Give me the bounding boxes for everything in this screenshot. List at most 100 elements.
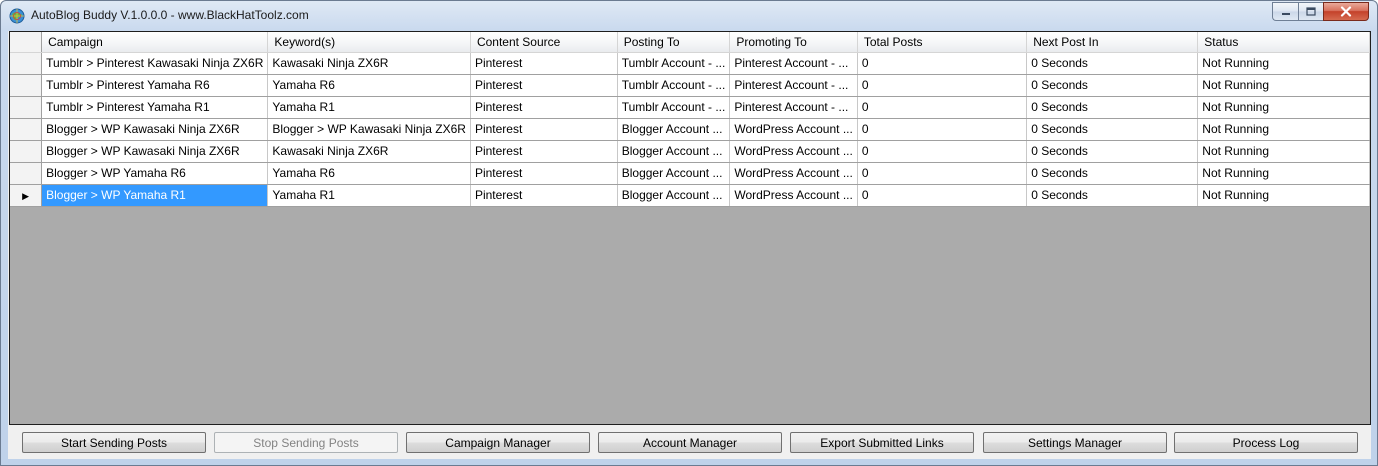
cell-next-post-in[interactable]: 0 Seconds: [1026, 52, 1199, 75]
cell-promoting-to[interactable]: Pinterest Account - ...: [729, 52, 858, 75]
cell-next-post-in[interactable]: 0 Seconds: [1026, 118, 1199, 141]
cell-campaign[interactable]: Blogger > WP Yamaha R1: [41, 184, 269, 207]
cell-status[interactable]: Not Running: [1197, 140, 1370, 163]
row-header[interactable]: [10, 140, 43, 163]
cell-content-source[interactable]: Pinterest: [470, 74, 618, 97]
cell-posting-to[interactable]: Blogger Account ...: [617, 140, 731, 163]
cell-keywords[interactable]: Kawasaki Ninja ZX6R: [267, 52, 471, 75]
column-header-total-posts[interactable]: Total Posts: [857, 32, 1028, 53]
column-header-posting-to[interactable]: Posting To: [617, 32, 731, 53]
maximize-button[interactable]: [1298, 2, 1323, 21]
maximize-icon: [1306, 7, 1316, 16]
column-header-next-post-in[interactable]: Next Post In: [1026, 32, 1199, 53]
close-icon: [1340, 6, 1352, 17]
cell-status[interactable]: Not Running: [1197, 118, 1370, 141]
account-manager-button[interactable]: Account Manager: [598, 432, 782, 453]
cell-posting-to[interactable]: Tumblr Account - ...: [617, 74, 731, 97]
client-area: Campaign Keyword(s) Content Source Posti…: [8, 31, 1371, 459]
cell-keywords[interactable]: Yamaha R1: [267, 96, 471, 119]
cell-campaign[interactable]: Tumblr > Pinterest Kawasaki Ninja ZX6R: [41, 52, 269, 75]
cell-content-source[interactable]: Pinterest: [470, 118, 618, 141]
cell-promoting-to[interactable]: WordPress Account ...: [729, 118, 858, 141]
table-row[interactable]: Tumblr > Pinterest Yamaha R6 Yamaha R6 Pin…: [10, 74, 1370, 97]
cell-total-posts[interactable]: 0: [857, 74, 1028, 97]
cell-status[interactable]: Not Running: [1197, 74, 1370, 97]
cell-next-post-in[interactable]: 0 Seconds: [1026, 96, 1199, 119]
cell-total-posts[interactable]: 0: [857, 52, 1028, 75]
cell-posting-to[interactable]: Blogger Account ...: [617, 184, 731, 207]
cell-total-posts[interactable]: 0: [857, 140, 1028, 163]
row-header[interactable]: [10, 96, 43, 119]
table-row[interactable]: Blogger > WP Kawasaki Ninja ZX6R Kawasaki…: [10, 140, 1370, 163]
campaign-manager-button[interactable]: Campaign Manager: [406, 432, 590, 453]
process-log-button[interactable]: Process Log: [1174, 432, 1358, 453]
cell-total-posts[interactable]: 0: [857, 96, 1028, 119]
column-header-content-source[interactable]: Content Source: [470, 32, 618, 53]
cell-keywords[interactable]: Yamaha R6: [267, 74, 471, 97]
settings-manager-button[interactable]: Settings Manager: [983, 432, 1167, 453]
cell-status[interactable]: Not Running: [1197, 96, 1370, 119]
cell-promoting-to[interactable]: WordPress Account ...: [729, 184, 858, 207]
table-row[interactable]: Tumblr > Pinterest Yamaha R1 Yamaha R1 Pin…: [10, 96, 1370, 119]
cell-promoting-to[interactable]: WordPress Account ...: [729, 162, 858, 185]
row-header[interactable]: ▶: [10, 184, 43, 207]
cell-total-posts[interactable]: 0: [857, 118, 1028, 141]
cell-status[interactable]: Not Running: [1197, 52, 1370, 75]
table-row[interactable]: Blogger > WP Yamaha R6 Yamaha R6 Pinterest…: [10, 162, 1370, 185]
export-submitted-links-button[interactable]: Export Submitted Links: [790, 432, 974, 453]
column-header-promoting-to[interactable]: Promoting To: [729, 32, 858, 53]
cell-content-source[interactable]: Pinterest: [470, 140, 618, 163]
cell-content-source[interactable]: Pinterest: [470, 162, 618, 185]
cell-next-post-in[interactable]: 0 Seconds: [1026, 140, 1199, 163]
cell-keywords[interactable]: Yamaha R1: [267, 184, 471, 207]
cell-next-post-in[interactable]: 0 Seconds: [1026, 184, 1199, 207]
cell-keywords[interactable]: Yamaha R6: [267, 162, 471, 185]
globe-icon: [9, 8, 25, 24]
cell-posting-to[interactable]: Blogger Account ...: [617, 162, 731, 185]
cell-campaign[interactable]: Blogger > WP Kawasaki Ninja ZX6R: [41, 118, 269, 141]
cell-next-post-in[interactable]: 0 Seconds: [1026, 74, 1199, 97]
app-window: AutoBlog Buddy V.1.0.0.0 - www.BlackHatT…: [0, 0, 1378, 466]
column-header-campaign[interactable]: Campaign: [41, 32, 269, 53]
corner-header[interactable]: [10, 32, 43, 53]
cell-next-post-in[interactable]: 0 Seconds: [1026, 162, 1199, 185]
grid-body: Tumblr > Pinterest Kawasaki Ninja ZX6R Ka…: [10, 52, 1370, 207]
cell-campaign[interactable]: Blogger > WP Kawasaki Ninja ZX6R: [41, 140, 269, 163]
window-title: AutoBlog Buddy V.1.0.0.0 - www.BlackHatT…: [31, 8, 309, 22]
cell-content-source[interactable]: Pinterest: [470, 52, 618, 75]
table-row[interactable]: ▶ Blogger > WP Yamaha R1 Yamaha R1 Pinteres…: [10, 184, 1370, 207]
cell-status[interactable]: Not Running: [1197, 162, 1370, 185]
cell-posting-to[interactable]: Blogger Account ...: [617, 118, 731, 141]
row-header[interactable]: [10, 118, 43, 141]
cell-campaign[interactable]: Blogger > WP Yamaha R6: [41, 162, 269, 185]
cell-promoting-to[interactable]: Pinterest Account - ...: [729, 74, 858, 97]
cell-total-posts[interactable]: 0: [857, 162, 1028, 185]
cell-keywords[interactable]: Blogger > WP Kawasaki Ninja ZX6R: [267, 118, 471, 141]
cell-content-source[interactable]: Pinterest: [470, 184, 618, 207]
caption-buttons: [1272, 2, 1369, 21]
close-button[interactable]: [1323, 2, 1369, 21]
header-row: Campaign Keyword(s) Content Source Posti…: [10, 32, 1370, 53]
campaign-grid[interactable]: Campaign Keyword(s) Content Source Posti…: [9, 31, 1371, 425]
row-header[interactable]: [10, 162, 43, 185]
cell-campaign[interactable]: Tumblr > Pinterest Yamaha R1: [41, 96, 269, 119]
cell-posting-to[interactable]: Tumblr Account - ...: [617, 96, 731, 119]
cell-posting-to[interactable]: Tumblr Account - ...: [617, 52, 731, 75]
table-row[interactable]: Tumblr > Pinterest Kawasaki Ninja ZX6R Ka…: [10, 52, 1370, 75]
row-header[interactable]: [10, 74, 43, 97]
cell-campaign[interactable]: Tumblr > Pinterest Yamaha R6: [41, 74, 269, 97]
cell-promoting-to[interactable]: WordPress Account ...: [729, 140, 858, 163]
cell-status[interactable]: Not Running: [1197, 184, 1370, 207]
column-header-status[interactable]: Status: [1197, 32, 1370, 53]
title-bar[interactable]: AutoBlog Buddy V.1.0.0.0 - www.BlackHatT…: [1, 1, 1377, 29]
cell-promoting-to[interactable]: Pinterest Account - ...: [729, 96, 858, 119]
cell-content-source[interactable]: Pinterest: [470, 96, 618, 119]
button-bar: Start Sending Posts Stop Sending Posts C…: [8, 429, 1371, 459]
start-sending-posts-button[interactable]: Start Sending Posts: [22, 432, 206, 453]
table-row[interactable]: Blogger > WP Kawasaki Ninja ZX6R Blogger …: [10, 118, 1370, 141]
minimize-button[interactable]: [1272, 2, 1298, 21]
cell-keywords[interactable]: Kawasaki Ninja ZX6R: [267, 140, 471, 163]
column-header-keywords[interactable]: Keyword(s): [267, 32, 471, 53]
row-header[interactable]: [10, 52, 43, 75]
cell-total-posts[interactable]: 0: [857, 184, 1028, 207]
